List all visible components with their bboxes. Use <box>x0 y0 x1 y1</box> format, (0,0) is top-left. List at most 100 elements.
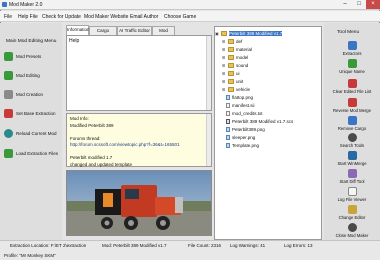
truck-preview-graphic <box>67 171 211 235</box>
mod-editing-label: Mod Editing <box>16 73 40 78</box>
tree-folder-ui[interactable]: ⊞ ui <box>222 70 240 77</box>
right-panel-heading: Tool Menu <box>337 30 360 35</box>
tab-mod-merge[interactable]: Mod Merge <box>152 26 175 41</box>
set-base-extraction-label: Set Base Extraction <box>16 111 56 116</box>
tree-folder-model[interactable]: ⊞ model <box>222 54 248 61</box>
presets-icon <box>4 52 13 61</box>
right-panel: Tool Menu Extractors Unique Name Clear E… <box>324 23 380 245</box>
menu-email-author[interactable]: Email Author <box>130 14 158 20</box>
maximize-icon[interactable]: □ <box>352 0 366 9</box>
mod-presets-button[interactable]: Mod Presets <box>4 52 41 61</box>
status-errors: Log Errors: 13 <box>284 243 313 248</box>
window-title: Mod Maker 2.0 <box>9 2 43 8</box>
folder-label: material <box>236 47 253 52</box>
help-text-box[interactable]: Help <box>66 35 212 111</box>
title-bar: Mod Maker 2.0 – □ × <box>0 0 380 10</box>
load-extraction-label: Load Extraction Files <box>16 151 59 156</box>
folder-icon <box>228 71 234 76</box>
minimize-icon[interactable]: – <box>338 0 352 9</box>
reverse-mod-merge-button[interactable]: Reverse Mod Merge <box>324 98 380 113</box>
start-diff-tool-button[interactable]: Start Diff Tool <box>324 169 380 184</box>
tab-cargo-creator[interactable]: Cargo Creator <box>89 26 117 41</box>
unique-name-label: Unique Name <box>339 69 365 74</box>
search-tools-button[interactable]: Search Tools <box>324 133 380 148</box>
editing-icon <box>4 71 13 80</box>
diff-icon <box>347 169 357 178</box>
image-file-icon <box>226 143 230 148</box>
help-scrollbar[interactable] <box>206 36 211 110</box>
tree-folder-material[interactable]: ⊞ material <box>222 46 252 53</box>
tab-information[interactable]: Information <box>66 25 90 35</box>
mod-presets-label: Mod Presets <box>16 54 42 59</box>
set-base-extraction-button[interactable]: Set Base Extraction <box>4 109 56 118</box>
image-file-icon <box>226 95 230 100</box>
menu-help-file[interactable]: Help File <box>18 14 38 20</box>
load-extraction-files-button[interactable]: Load Extraction Files <box>4 149 58 158</box>
remove-cargo-button[interactable]: Remove Cargo <box>324 116 380 131</box>
tree-file[interactable]: manifest.sii <box>226 102 255 109</box>
mod-creation-button[interactable]: Mod Creation <box>4 90 43 99</box>
start-diff-tool-label: Start Diff Tool <box>339 179 365 184</box>
start-winmerge-button[interactable]: Start WinMerge <box>324 151 380 166</box>
status-warnings: Log Warnings: 41 <box>230 243 266 248</box>
image-file-icon <box>226 127 230 132</box>
tree-file[interactable]: sleeper.png <box>226 134 255 141</box>
menu-file[interactable]: File <box>4 14 12 20</box>
folder-label: vehicle <box>236 87 251 92</box>
clear-edited-list-button[interactable]: Clear Edited File List <box>324 79 380 94</box>
tree-file[interactable]: Peterbilt 389 Modified v1.7.scs <box>226 118 293 125</box>
tree-root[interactable]: ▣ Peterbilt 389 Modified v1.7 <box>215 30 283 37</box>
extractors-icon <box>347 41 357 50</box>
status-bar: Extraction Location: F:\ET 2\extraction … <box>0 240 380 260</box>
file-label: sleeper.png <box>232 135 256 140</box>
folder-icon <box>228 63 234 68</box>
tree-folder-vehicle[interactable]: ⊞ vehicle <box>222 86 250 93</box>
cargo-icon <box>347 116 357 125</box>
folder-label: unit <box>236 79 244 84</box>
change-editor-button[interactable]: Change Editor <box>324 205 380 220</box>
menu-website[interactable]: Mod Maker Website <box>84 14 128 20</box>
file-label: Peterbilt 389 Modified v1.7.scs <box>232 119 294 124</box>
info-scrollbar[interactable] <box>206 114 211 166</box>
help-text: Help <box>69 38 80 44</box>
folder-icon <box>228 55 234 60</box>
folder-icon <box>228 39 234 44</box>
app-icon <box>2 2 7 7</box>
tree-file[interactable]: mod_credits.txt <box>226 110 263 117</box>
tree-folder-sound[interactable]: ⊞ sound <box>222 62 248 69</box>
tree-file[interactable]: flattop.png <box>226 94 253 101</box>
tree-file[interactable]: Template.png <box>226 142 259 149</box>
info-line: changed and updated template <box>70 161 133 167</box>
file-tree[interactable]: ▣ Peterbilt 389 Modified v1.7 ⊞ def ⊞ mater… <box>214 26 322 240</box>
tree-folder-def[interactable]: ⊞ def <box>222 38 242 45</box>
tree-folder-unit[interactable]: ⊞ unit <box>222 78 243 85</box>
extractors-button[interactable]: Extractors <box>324 41 380 56</box>
menu-choose-game[interactable]: Choose Game <box>164 14 196 20</box>
mod-info-box[interactable]: Mod Info: Modified Peterbilt 389 Forums … <box>66 113 212 167</box>
reload-mod-button[interactable]: Reload Current Mod <box>4 129 57 138</box>
tab-ai-traffic-editor[interactable]: AI Traffic Editor <box>117 26 152 35</box>
reverse-merge-icon <box>347 98 357 107</box>
folder-icon <box>228 87 234 92</box>
unique-name-button[interactable]: Unique Name <box>324 59 380 74</box>
log-file-viewer-button[interactable]: Log File Viewer <box>324 187 380 202</box>
tree-file[interactable]: Peterbilt389.png <box>226 126 265 133</box>
unique-name-icon <box>347 59 357 68</box>
archive-file-icon <box>226 119 230 124</box>
reverse-mod-merge-label: Reverse Mod Merge <box>333 108 371 113</box>
text-file-icon <box>226 103 230 108</box>
remove-cargo-label: Remove Cargo <box>337 126 367 131</box>
folder-icon <box>228 47 234 52</box>
menu-check-update[interactable]: Check for Update <box>42 14 81 20</box>
close-icon[interactable]: × <box>366 0 380 9</box>
close-mod-maker-button[interactable]: Close Mod Maker <box>324 223 380 238</box>
close-mod-maker-label: Close Mod Maker <box>335 233 369 238</box>
folder-icon <box>221 31 227 36</box>
folder-icon <box>228 79 234 84</box>
log-icon <box>347 187 357 196</box>
text-file-icon <box>226 111 230 116</box>
search-tools-label: Search Tools <box>339 143 365 148</box>
creation-icon <box>4 90 13 99</box>
mod-editing-button[interactable]: Mod Editing <box>4 71 40 80</box>
editor-icon <box>347 205 357 214</box>
